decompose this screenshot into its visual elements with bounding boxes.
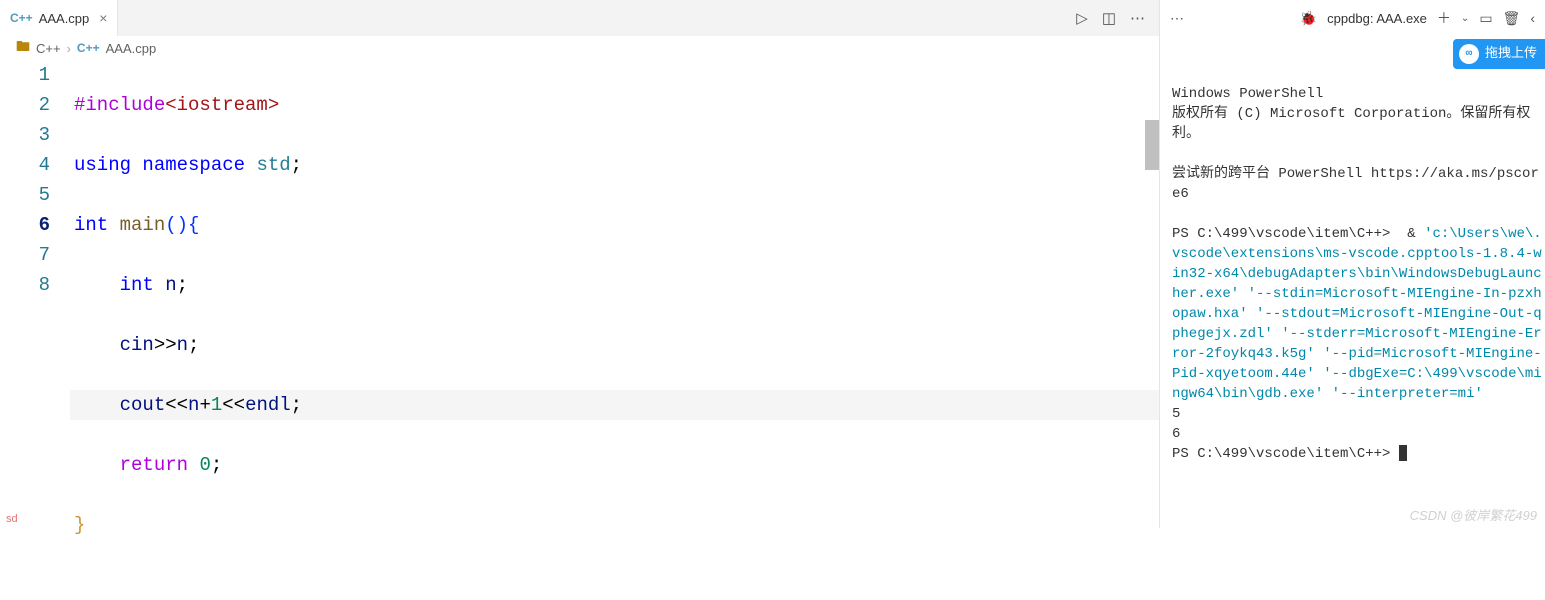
breadcrumb[interactable]: 🖿 C++ › C++ AAA.cpp	[0, 36, 1159, 60]
run-icon[interactable]: ▷	[1076, 9, 1088, 27]
terminal-pane: ⋯ 🐞 cppdbg: AAA.exe ＋ ⌄ ▭ 🗑 ‹ ∞ 拖拽上传 Win…	[1160, 0, 1545, 528]
split-terminal-icon[interactable]: ▭	[1479, 10, 1492, 27]
code-editor[interactable]: 1 2 3 4 5 6 7 8 #include<iostream> using…	[0, 60, 1159, 600]
bug-icon: 🐞	[1300, 10, 1317, 27]
cpp-file-icon: C++	[77, 41, 100, 55]
code-content[interactable]: #include<iostream> using namespace std; …	[70, 60, 1159, 600]
tab-bar: C++ AAA.cpp × ▷ ◫ ⋯	[0, 0, 1159, 36]
debug-target-label[interactable]: cppdbg: AAA.exe	[1327, 11, 1427, 26]
scrollbar-thumb[interactable]	[1145, 120, 1159, 170]
more-icon[interactable]: ⋯	[1130, 9, 1145, 27]
new-terminal-icon[interactable]: ＋	[1437, 8, 1451, 28]
folder-icon: 🖿	[16, 36, 30, 60]
breadcrumb-file[interactable]: AAA.cpp	[106, 41, 157, 56]
cpp-file-icon: C++	[10, 11, 33, 25]
upload-label: 拖拽上传	[1485, 44, 1537, 64]
cloud-icon: ∞	[1459, 44, 1479, 64]
tab-file[interactable]: C++ AAA.cpp ×	[0, 0, 118, 36]
editor-pane: C++ AAA.cpp × ▷ ◫ ⋯ 🖿 C++ › C++ AAA.cpp …	[0, 0, 1160, 528]
upload-widget[interactable]: ∞ 拖拽上传	[1453, 39, 1545, 69]
chevron-down-icon[interactable]: ⌄	[1461, 13, 1469, 24]
split-editor-icon[interactable]: ◫	[1102, 9, 1116, 27]
trash-icon[interactable]: 🗑	[1503, 10, 1521, 27]
editor-actions: ▷ ◫ ⋯	[1076, 9, 1159, 27]
tab-filename: AAA.cpp	[39, 11, 90, 26]
chevron-left-icon[interactable]: ‹	[1530, 10, 1535, 26]
terminal-cursor	[1399, 445, 1407, 461]
terminal-header: ⋯ 🐞 cppdbg: AAA.exe ＋ ⌄ ▭ 🗑 ‹	[1160, 0, 1545, 36]
breadcrumb-folder[interactable]: C++	[36, 41, 61, 56]
watermark-br: CSDN @彼岸繁花499	[1410, 505, 1537, 524]
chevron-right-icon: ›	[67, 41, 71, 56]
terminal-output[interactable]: ∞ 拖拽上传 Windows PowerShell 版权所有 (C) Micro…	[1160, 36, 1545, 528]
watermark-bl: sd	[6, 513, 18, 525]
more-icon[interactable]: ⋯	[1170, 10, 1184, 27]
close-icon[interactable]: ×	[99, 10, 107, 26]
